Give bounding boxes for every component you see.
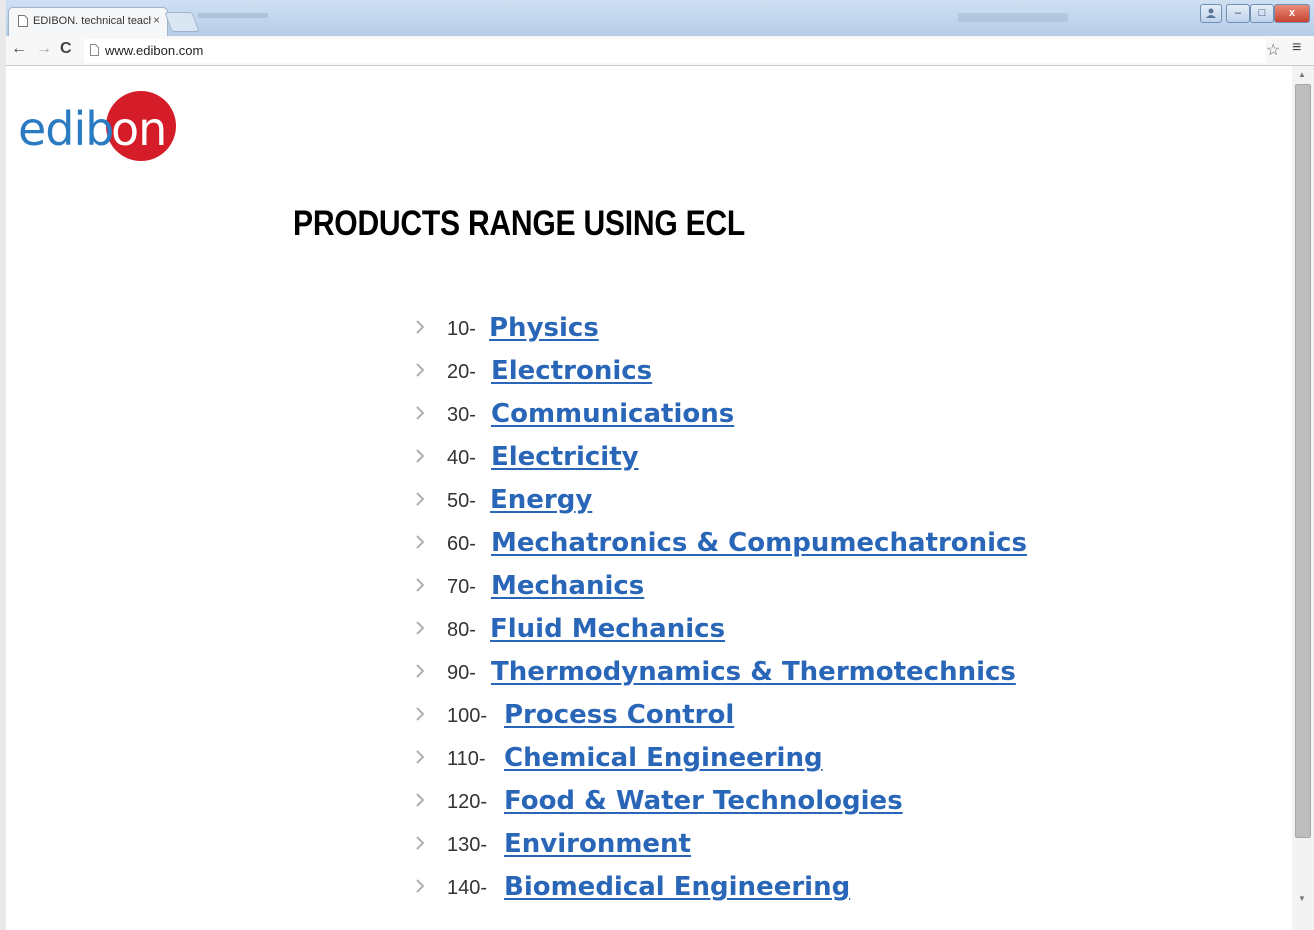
product-item: 50- Energy [414,482,1114,525]
product-number: 110- [447,748,486,770]
product-link[interactable]: Energy [490,485,592,515]
product-item: 140- Biomedical Engineering [414,869,1114,912]
product-link[interactable]: Communications [491,399,734,429]
chevron-right-icon [416,320,425,334]
chevron-right-icon [416,836,425,850]
page-icon [18,15,28,27]
page-icon [90,44,99,56]
close-window-button[interactable]: x [1274,4,1310,23]
chevron-right-icon [416,879,425,893]
product-item: 10- Physics [414,310,1114,353]
product-number: 130- [447,834,488,856]
chevron-right-icon [416,707,425,721]
page-title: PRODUCTS RANGE USING ECL [293,204,746,243]
chevron-right-icon [416,406,425,420]
product-number: 40- [447,447,476,469]
product-link[interactable]: Electricity [491,442,639,472]
product-link[interactable]: Fluid Mechanics [490,614,725,644]
product-link[interactable]: Food & Water Technologies [504,786,903,816]
product-item: 110- Chemical Engineering [414,740,1114,783]
chevron-right-icon [416,664,425,678]
chevron-right-icon [416,621,425,635]
scroll-down-icon[interactable]: ▼ [1298,894,1306,903]
product-number: 70- [447,576,476,598]
product-number: 140- [447,877,488,899]
browser-tab[interactable]: EDIBON. technical teachi × [8,7,168,36]
product-link[interactable]: Chemical Engineering [504,743,823,773]
product-item: 120- Food & Water Technologies [414,783,1114,826]
address-bar[interactable]: www.edibon.com [84,39,1266,63]
product-number: 30- [447,404,476,426]
tab-title: EDIBON. technical teachi [33,15,151,27]
product-item: 30- Communications [414,396,1114,439]
vertical-scrollbar[interactable]: ▲ ▼ [1292,66,1314,930]
chevron-right-icon [416,449,425,463]
product-link[interactable]: Physics [489,313,599,343]
menu-icon[interactable]: ≡ [1292,39,1301,57]
chevron-right-icon [416,535,425,549]
url-text[interactable]: www.edibon.com [105,43,203,58]
browser-toolbar: ← → C www.edibon.com ☆ ≡ [0,36,1314,66]
new-tab-button[interactable] [164,12,200,32]
product-item: 130- Environment [414,826,1114,869]
blurred-region [958,13,1068,22]
browser-title-bar: EDIBON. technical teachi × – □ x [0,0,1314,36]
user-icon[interactable] [1200,4,1222,23]
product-link[interactable]: Electronics [491,356,652,386]
product-number: 60- [447,533,476,555]
reload-icon[interactable]: C [60,40,72,58]
product-item: 80- Fluid Mechanics [414,611,1114,654]
product-number: 100- [447,705,488,727]
product-number: 80- [447,619,476,641]
product-link[interactable]: Process Control [504,700,734,730]
forward-arrow-icon[interactable]: → [36,40,52,58]
product-item: 100- Process Control [414,697,1114,740]
tab-close-icon[interactable]: × [153,13,160,27]
maximize-button[interactable]: □ [1250,4,1274,23]
product-number: 120- [447,791,488,813]
product-item: 60- Mechatronics & Compumechatronics [414,525,1114,568]
page-viewport: edib on PRODUCTS RANGE USING ECL 10- Phys… [6,66,1292,930]
chevron-right-icon [416,492,425,506]
product-link[interactable]: Mechanics [491,571,644,601]
product-item: 20- Electronics [414,353,1114,396]
scrollbar-thumb[interactable] [1295,84,1311,838]
product-number: 90- [447,662,476,684]
product-link[interactable]: Mechatronics & Compumechatronics [491,528,1027,558]
product-item: 70- Mechanics [414,568,1114,611]
blurred-region [198,13,268,18]
product-list: 10- Physics 20- Electronics 30- Communication… [414,310,1114,912]
chevron-right-icon [416,363,425,377]
product-number: 20- [447,361,476,383]
chevron-right-icon [416,578,425,592]
product-link[interactable]: Biomedical Engineering [504,872,850,902]
svg-text:on: on [111,102,166,156]
product-link[interactable]: Thermodynamics & Thermotechnics [491,657,1016,687]
product-link[interactable]: Environment [504,829,691,859]
minimize-button[interactable]: – [1226,4,1250,23]
chevron-right-icon [416,793,425,807]
product-number: 10- [447,318,476,340]
product-number: 50- [447,490,476,512]
edibon-logo[interactable]: edib on [16,90,186,165]
product-item: 40- Electricity [414,439,1114,482]
chevron-right-icon [416,750,425,764]
back-arrow-icon[interactable]: ← [11,40,27,58]
bookmark-star-icon[interactable]: ☆ [1266,40,1280,60]
svg-text:edib: edib [18,102,113,156]
scroll-up-icon[interactable]: ▲ [1298,70,1306,79]
product-item: 90- Thermodynamics & Thermotechnics [414,654,1114,697]
